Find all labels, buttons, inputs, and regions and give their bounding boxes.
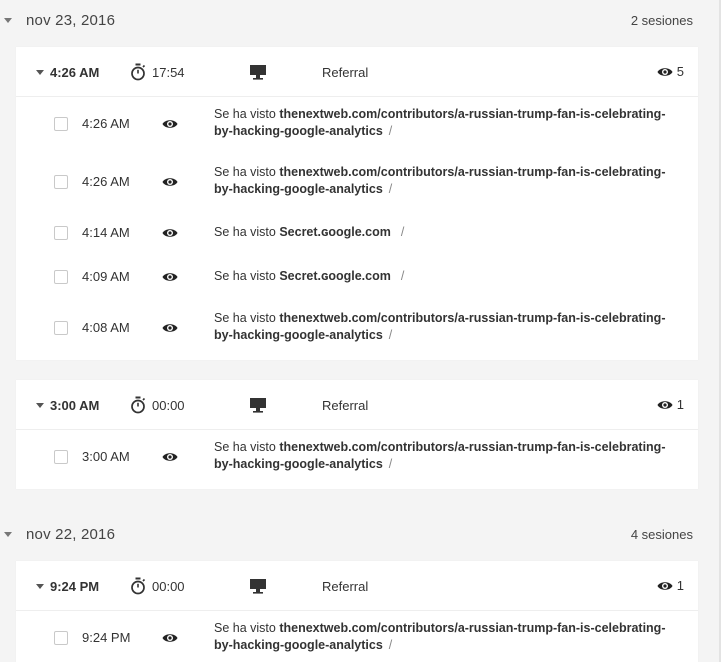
hit-description: Se ha visto Secret.ɢoogle.com / <box>214 268 684 285</box>
hit-checkbox[interactable] <box>54 450 68 464</box>
hit-separator: / <box>400 225 405 239</box>
session-duration: 00:00 <box>152 579 185 594</box>
eye-icon <box>162 229 178 237</box>
hit-description: Se ha visto thenextweb.com/contributors/… <box>214 620 684 654</box>
hit-separator: / <box>388 328 393 342</box>
eye-icon <box>162 178 178 186</box>
hit-time: 4:08 AM <box>82 320 130 335</box>
session-view-count: 1 <box>676 578 684 593</box>
hit-description: Se ha visto thenextweb.com/contributors/… <box>214 310 684 344</box>
session-card: 3:00 AM 00:00 Referral 1 3:00 AM Se ha v… <box>16 380 698 489</box>
session-card: 4:26 AM 17:54 Referral 5 4:26 AM Se ha v… <box>16 47 698 360</box>
day-session-count: 2 sesiones <box>630 13 693 28</box>
eye-icon <box>657 581 673 590</box>
hit-time: 4:09 AM <box>82 269 130 284</box>
hit-time: 3:00 AM <box>82 449 130 464</box>
session-view-count: 5 <box>676 64 684 79</box>
hit-checkbox[interactable] <box>54 631 68 645</box>
eye-icon <box>162 273 178 281</box>
session-time: 4:26 AM <box>50 65 100 80</box>
hit-checkbox[interactable] <box>54 321 68 335</box>
day-date: nov 23, 2016 <box>26 12 116 29</box>
hit-time: 4:26 AM <box>82 116 130 131</box>
hit-prefix: Se ha visto <box>214 440 276 454</box>
hit-url[interactable]: thenextweb.com/contributors/a-russian-tr… <box>214 440 666 471</box>
caret-down-icon[interactable] <box>4 532 12 537</box>
caret-down-icon[interactable] <box>36 70 44 75</box>
session-views: 1 <box>657 397 684 412</box>
hit-description: Se ha visto thenextweb.com/contributors/… <box>214 164 684 198</box>
eye-icon <box>162 324 178 332</box>
session-view-count: 1 <box>676 397 684 412</box>
desktop-icon <box>250 579 266 594</box>
eye-icon <box>657 400 673 409</box>
session-views: 5 <box>657 64 684 79</box>
hit-description: Se ha visto thenextweb.com/contributors/… <box>214 439 684 473</box>
session-header[interactable]: 4:26 AM 17:54 Referral 5 <box>16 47 698 97</box>
hit-url[interactable]: thenextweb.com/contributors/a-russian-tr… <box>214 107 666 138</box>
session-duration: 17:54 <box>152 65 185 80</box>
eye-icon <box>162 453 178 461</box>
timer-icon <box>131 63 146 81</box>
caret-down-icon[interactable] <box>36 584 44 589</box>
hit-url[interactable]: thenextweb.com/contributors/a-russian-tr… <box>214 621 666 652</box>
eye-icon <box>162 120 178 128</box>
hit-url[interactable]: Secret.ɢoogle.com <box>279 225 391 239</box>
hit-prefix: Se ha visto <box>214 225 276 239</box>
hit-checkbox[interactable] <box>54 270 68 284</box>
session-source: Referral <box>322 579 369 594</box>
hit-url[interactable]: thenextweb.com/contributors/a-russian-tr… <box>214 165 666 196</box>
session-time: 3:00 AM <box>50 398 100 413</box>
hit-description: Se ha visto Secret.ɢoogle.com / <box>214 224 684 241</box>
hit-prefix: Se ha visto <box>214 269 276 283</box>
desktop-icon <box>250 398 266 413</box>
hit-url[interactable]: thenextweb.com/contributors/a-russian-tr… <box>214 311 666 342</box>
eye-icon <box>162 634 178 642</box>
hit-time: 9:24 PM <box>82 630 131 645</box>
hit-checkbox[interactable] <box>54 117 68 131</box>
hit-separator: / <box>388 638 393 652</box>
session-views: 1 <box>657 578 684 593</box>
hit-separator: / <box>388 124 393 138</box>
timer-icon <box>131 396 146 414</box>
session-card: 9:24 PM 00:00 Referral 1 9:24 PM Se ha v… <box>16 561 698 662</box>
day-header[interactable]: nov 23, 2016 2 sesiones <box>0 0 719 44</box>
caret-down-icon[interactable] <box>36 403 44 408</box>
hit-prefix: Se ha visto <box>214 165 276 179</box>
hit-time: 4:14 AM <box>82 225 130 240</box>
hit-prefix: Se ha visto <box>214 107 276 121</box>
hit-separator: / <box>388 457 393 471</box>
desktop-icon <box>250 65 266 80</box>
session-time: 9:24 PM <box>50 579 100 594</box>
caret-down-icon[interactable] <box>4 18 12 23</box>
session-source: Referral <box>322 65 369 80</box>
timer-icon <box>131 577 146 595</box>
session-header[interactable]: 9:24 PM 00:00 Referral 1 <box>16 561 698 611</box>
eye-icon <box>657 67 673 76</box>
hit-url[interactable]: Secret.ɢoogle.com <box>279 269 391 283</box>
hit-checkbox[interactable] <box>54 226 68 240</box>
session-header[interactable]: 3:00 AM 00:00 Referral 1 <box>16 380 698 430</box>
session-source: Referral <box>322 398 369 413</box>
hit-checkbox[interactable] <box>54 175 68 189</box>
hit-separator: / <box>400 269 405 283</box>
day-header[interactable]: nov 22, 2016 4 sesiones <box>0 514 719 558</box>
hit-description: Se ha visto thenextweb.com/contributors/… <box>214 106 684 140</box>
day-session-count: 4 sesiones <box>630 527 693 542</box>
hit-prefix: Se ha visto <box>214 621 276 635</box>
hit-prefix: Se ha visto <box>214 311 276 325</box>
day-date: nov 22, 2016 <box>26 526 116 543</box>
hit-time: 4:26 AM <box>82 174 130 189</box>
hit-separator: / <box>388 182 393 196</box>
session-duration: 00:00 <box>152 398 185 413</box>
